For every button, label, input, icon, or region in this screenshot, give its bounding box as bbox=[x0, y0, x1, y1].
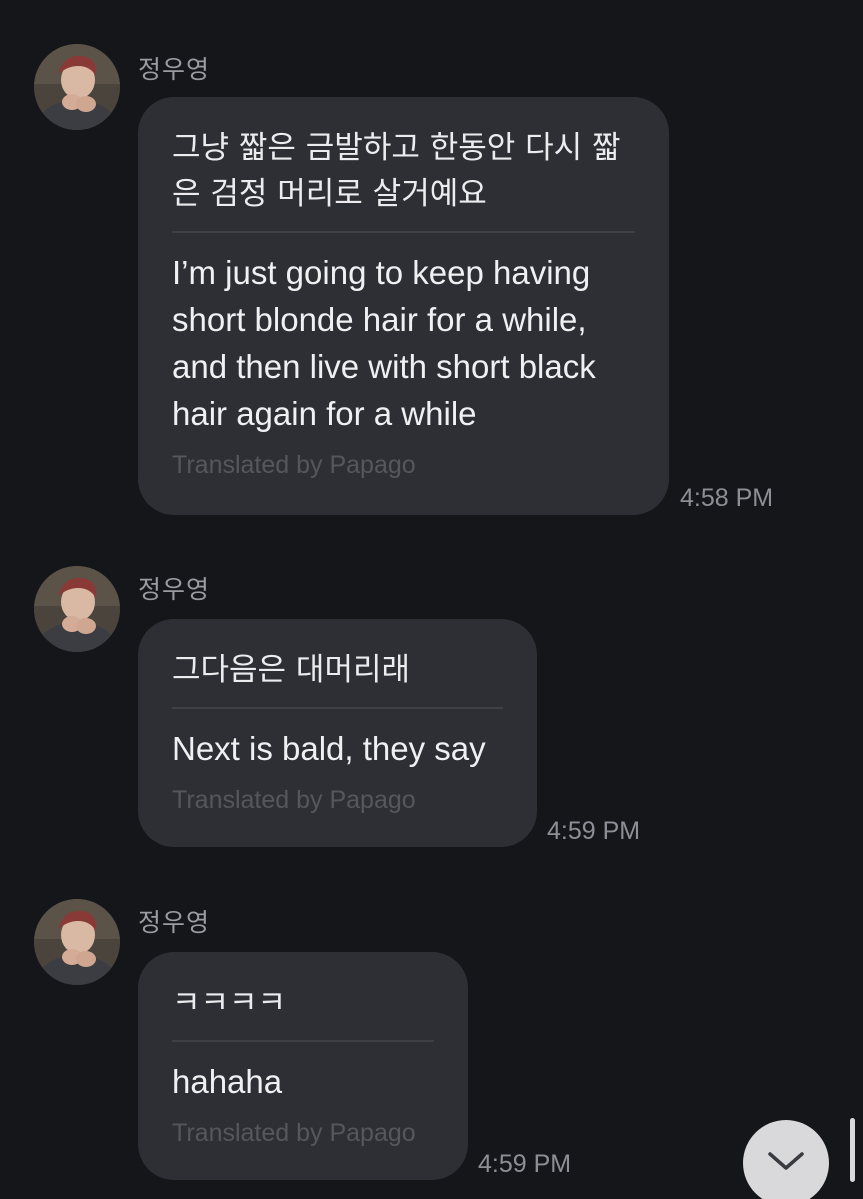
translation-divider bbox=[172, 707, 503, 709]
profile-photo bbox=[34, 899, 120, 985]
translation-divider bbox=[172, 231, 635, 233]
message-time: 4:58 PM bbox=[680, 484, 774, 512]
original-text: 그다음은 대머리래 bbox=[172, 652, 411, 688]
profile-photo bbox=[34, 566, 120, 652]
message-time: 4:59 PM bbox=[478, 1150, 572, 1178]
translation-credit: Translated by Papago bbox=[172, 451, 416, 479]
message-time: 4:59 PM bbox=[547, 817, 641, 845]
message-bubble[interactable]: 그냥 짧은 금발하고 한동안 다시 짧은 검정 머리로 살거예요 I’m jus… bbox=[138, 97, 669, 515]
sender-name: 정우영 bbox=[138, 55, 211, 84]
translation-divider bbox=[172, 1040, 434, 1042]
original-text: ㅋㅋㅋㅋ bbox=[172, 985, 287, 1021]
message-bubble[interactable]: ㅋㅋㅋㅋ hahaha Translated by Papago bbox=[138, 952, 468, 1180]
avatar[interactable] bbox=[34, 566, 120, 652]
translation-credit: Translated by Papago bbox=[172, 1119, 416, 1147]
original-text: 그냥 짧은 금발하고 한동안 다시 짧은 검정 머리로 살거예요 bbox=[172, 130, 621, 212]
translated-text: I’m just going to keep having short blon… bbox=[172, 254, 596, 432]
translated-text: hahaha bbox=[172, 1063, 283, 1100]
translation-credit: Translated by Papago bbox=[172, 786, 416, 814]
scrollbar[interactable] bbox=[850, 1118, 855, 1182]
chevron-down-icon bbox=[766, 1149, 806, 1177]
chat-thread[interactable]: 정우영 그냥 짧은 금발하고 한동안 다시 짧은 검정 머리로 살거예요 I’m… bbox=[0, 0, 863, 1199]
profile-photo bbox=[34, 44, 120, 130]
sender-name: 정우영 bbox=[138, 908, 211, 937]
translated-text: Next is bald, they say bbox=[172, 730, 486, 767]
avatar[interactable] bbox=[34, 899, 120, 985]
scroll-to-bottom-button[interactable] bbox=[743, 1120, 829, 1199]
message-bubble[interactable]: 그다음은 대머리래 Next is bald, they say Transla… bbox=[138, 619, 537, 847]
sender-name: 정우영 bbox=[138, 575, 211, 604]
avatar[interactable] bbox=[34, 44, 120, 130]
